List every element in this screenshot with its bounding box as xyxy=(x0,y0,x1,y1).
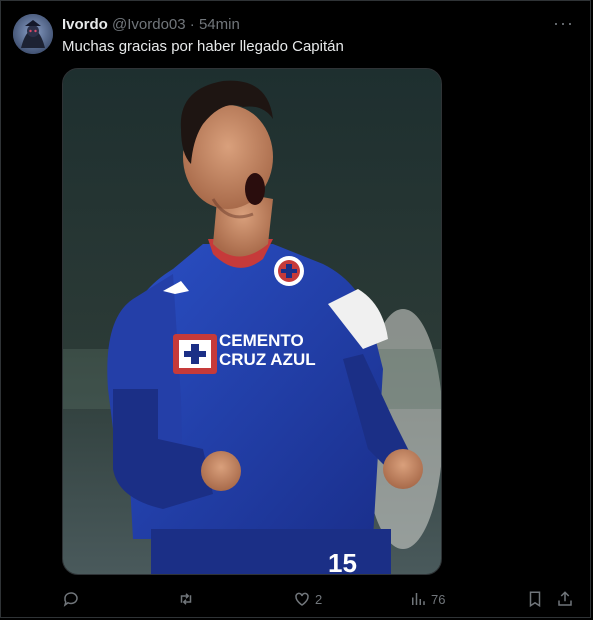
tweet-text: Muchas gracias por haber llegado Capitán xyxy=(62,38,344,55)
jersey-sponsor-line1: CEMENTO xyxy=(219,331,304,350)
views-button[interactable]: 76 xyxy=(409,587,445,611)
like-count: 2 xyxy=(315,591,323,607)
jersey-number: 15 xyxy=(328,548,357,575)
tweet-card[interactable]: Ivordo @Ivordo03 · 54min ··· Muchas grac… xyxy=(0,0,591,618)
action-bar: 2 76 xyxy=(62,587,577,611)
reply-button[interactable] xyxy=(62,587,84,611)
avatar[interactable] xyxy=(13,14,53,54)
reply-icon xyxy=(63,592,78,607)
retweet-button[interactable] xyxy=(177,587,199,611)
tweet-header: Ivordo @Ivordo03 · 54min xyxy=(62,15,240,34)
share-button[interactable] xyxy=(556,587,574,611)
bookmark-icon xyxy=(529,591,541,608)
jersey-sponsor-line2: CRUZ AZUL xyxy=(219,350,316,369)
bookmark-button[interactable] xyxy=(526,587,544,611)
like-icon xyxy=(295,592,309,606)
retweet-icon xyxy=(180,593,192,605)
author-name[interactable]: Ivordo xyxy=(62,16,108,33)
author-handle[interactable]: @Ivordo03 xyxy=(112,16,186,33)
tweet-image[interactable]: CEMENTO CRUZ AZUL 15 xyxy=(62,68,442,575)
views-icon xyxy=(412,593,425,605)
more-icon[interactable]: ··· xyxy=(553,13,574,33)
views-count: 76 xyxy=(431,591,446,607)
like-button[interactable]: 2 xyxy=(293,587,322,611)
timestamp[interactable]: 54min xyxy=(199,16,240,33)
separator-dot: · xyxy=(189,16,195,33)
share-icon xyxy=(558,591,572,606)
